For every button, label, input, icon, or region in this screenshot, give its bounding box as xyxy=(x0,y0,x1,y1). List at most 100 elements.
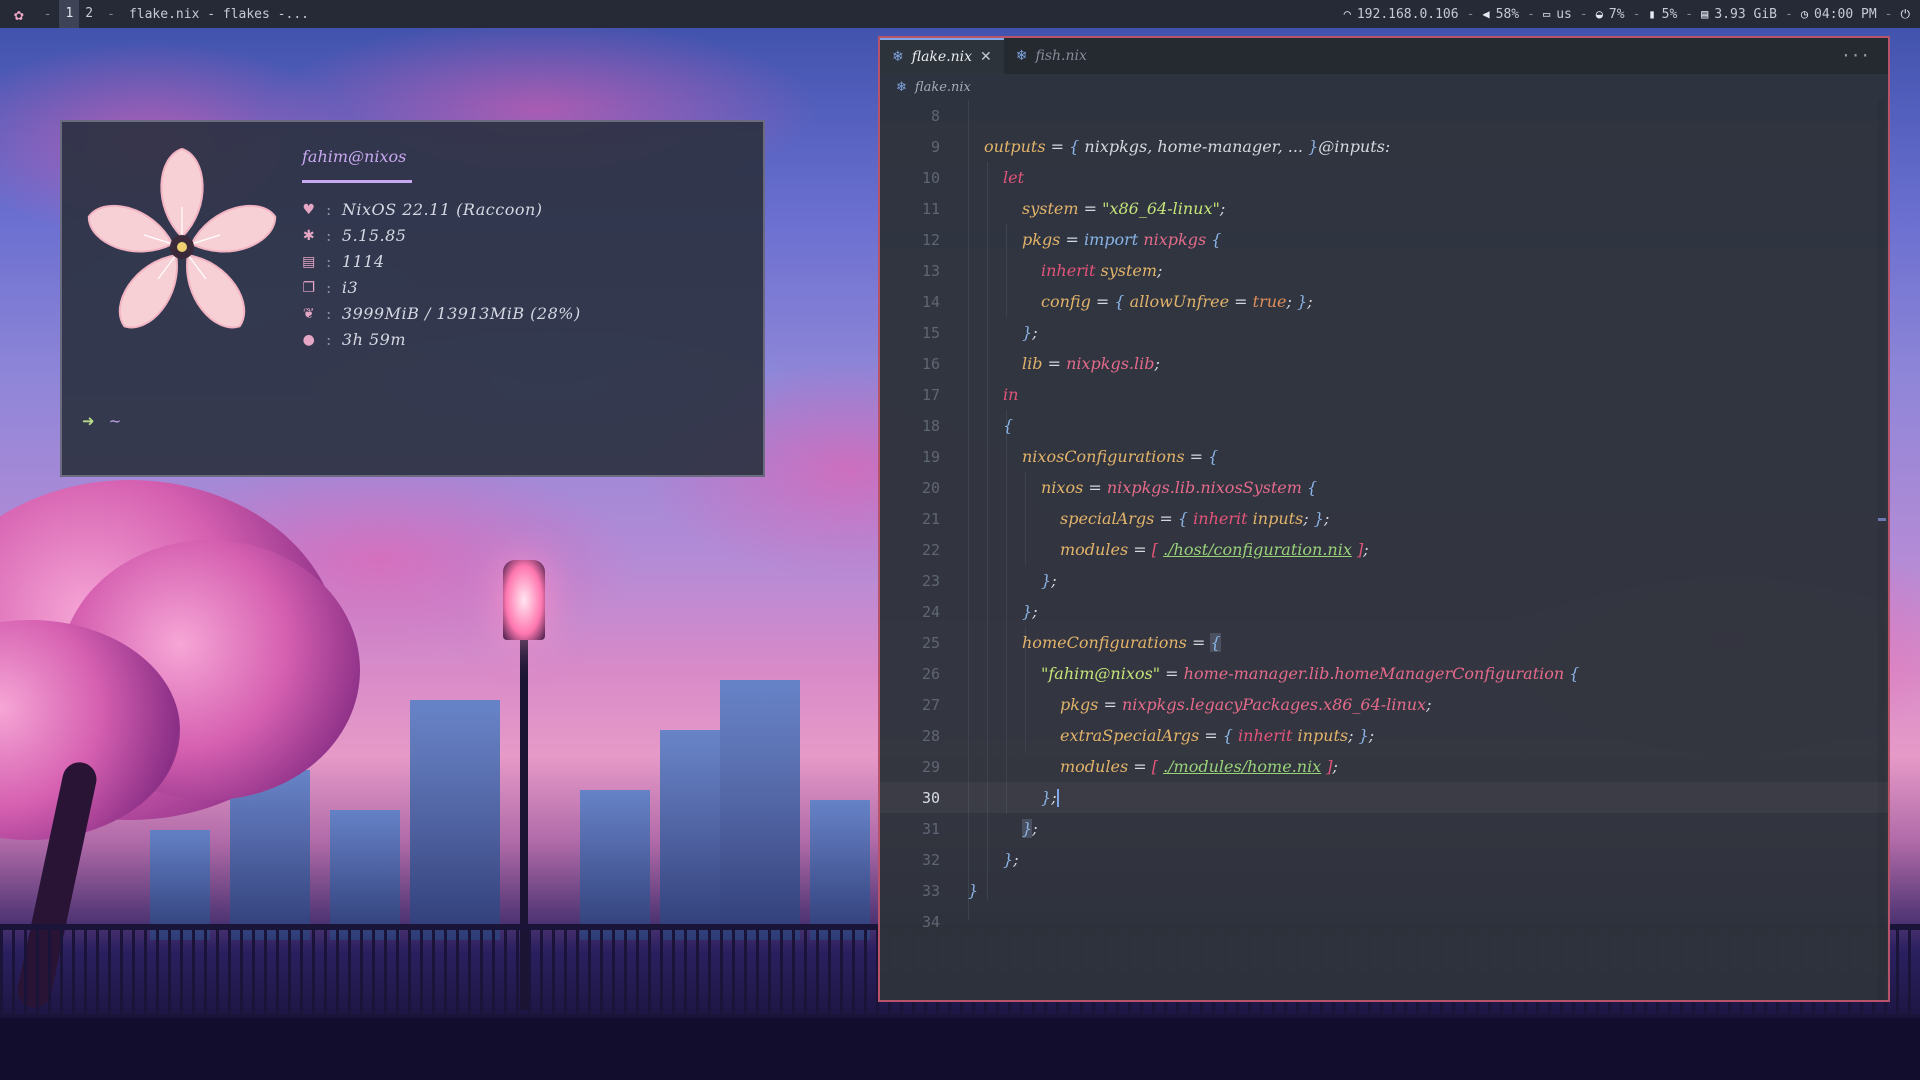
memory-value: 3.93 GiB xyxy=(1714,6,1777,22)
windows-icon: ❐ xyxy=(302,279,316,296)
code-text: system = "x86_64-linux"; xyxy=(1022,199,1226,218)
code-line: 29 modules = [ ./modules/home.nix ]; xyxy=(880,751,1888,782)
line-number: 32 xyxy=(921,850,940,869)
memory-status[interactable]: ▤ 3.93 GiB xyxy=(1701,7,1777,22)
line-number: 21 xyxy=(921,509,940,528)
flower-menu-icon[interactable]: ✿ xyxy=(0,5,36,24)
code-text: inherit system; xyxy=(1041,261,1163,280)
keyboard-icon: ▭ xyxy=(1542,7,1551,21)
code-line-current: 30 }; xyxy=(880,782,1888,813)
wm-value: i3 xyxy=(341,278,359,297)
code-line: 13 inherit system; xyxy=(880,255,1888,286)
code-line: 28 extraSpecialArgs = { inherit inputs; … xyxy=(880,720,1888,751)
code-line: 24 }; xyxy=(880,596,1888,627)
line-number: 23 xyxy=(921,571,940,590)
close-icon[interactable]: ✕ xyxy=(980,49,992,65)
workspace-1-button[interactable]: 1 xyxy=(59,0,80,28)
code-text: modules = [ ./host/configuration.nix ]; xyxy=(1060,540,1369,559)
line-number: 25 xyxy=(921,633,940,652)
code-text: in xyxy=(1003,385,1019,404)
code-line: 32 }; xyxy=(880,844,1888,875)
packages-value: 1114 xyxy=(341,252,385,271)
line-number: 27 xyxy=(921,695,940,714)
code-line: 21 specialArgs = { inherit inputs; }; xyxy=(880,503,1888,534)
power-icon[interactable]: ⏻ xyxy=(1901,7,1911,22)
volume-status[interactable]: ◀ 58% xyxy=(1482,7,1519,22)
terminal-window[interactable]: fahim@nixos ♥ : NixOS 22.11 (Raccoon) ✱ … xyxy=(60,120,765,477)
code-text: pkgs = nixpkgs.legacyPackages.x86_64-lin… xyxy=(1060,695,1432,714)
battery-icon: ▮ xyxy=(1648,7,1656,21)
breadcrumb: ❄ flake.nix xyxy=(880,74,1888,100)
line-number: 16 xyxy=(921,354,940,373)
editor-scrollbar[interactable] xyxy=(1878,100,1886,1000)
code-text: modules = [ ./modules/home.nix ]; xyxy=(1060,757,1338,776)
cpu-icon: ◒ xyxy=(1595,7,1603,21)
shell-prompt[interactable]: ➜ ~ xyxy=(82,412,121,430)
gear-icon: ✱ xyxy=(302,227,316,244)
user-host: fahim@nixos xyxy=(302,147,407,166)
line-number: 31 xyxy=(921,819,940,838)
code-area[interactable]: 8 9 outputs = { nixpkgs, home-manager, .… xyxy=(880,100,1888,1000)
code-editor-window[interactable]: ❄ flake.nix ✕ ❄ fish.nix ··· ❄ flake.nix… xyxy=(878,36,1890,1002)
kernel-value: 5.15.85 xyxy=(341,226,407,245)
tab-flake-nix[interactable]: ❄ flake.nix ✕ xyxy=(880,38,1004,74)
prompt-directory: ~ xyxy=(108,412,122,430)
code-text: outputs = { nixpkgs, home-manager, ... }… xyxy=(984,137,1391,156)
line-number: 34 xyxy=(921,912,940,931)
code-text: lib = nixpkgs.lib; xyxy=(1022,354,1160,373)
tab-label: fish.nix xyxy=(1035,48,1087,64)
code-line: 15 }; xyxy=(880,317,1888,348)
code-line: 8 xyxy=(880,100,1888,131)
code-line: 20 nixos = nixpkgs.lib.nixosSystem { xyxy=(880,472,1888,503)
line-number: 10 xyxy=(921,168,940,187)
code-text: specialArgs = { inherit inputs; }; xyxy=(1060,509,1330,528)
breadcrumb-file[interactable]: flake.nix xyxy=(915,80,971,95)
workspace-2-button[interactable]: 2 xyxy=(79,0,99,28)
tab-label: flake.nix xyxy=(911,49,973,65)
code-line: 11 system = "x86_64-linux"; xyxy=(880,193,1888,224)
code-line: 23 }; xyxy=(880,565,1888,596)
scroll-marker xyxy=(1878,518,1886,521)
code-line: 33 } xyxy=(880,875,1888,906)
code-text: config = { allowUnfree = true; }; xyxy=(1041,292,1313,311)
keyboard-layout[interactable]: ▭ us xyxy=(1543,7,1572,22)
cpu-value: 7% xyxy=(1608,6,1625,22)
line-number: 30 xyxy=(921,788,940,807)
code-line: 31 }; xyxy=(880,813,1888,844)
tab-fish-nix[interactable]: ❄ fish.nix xyxy=(1004,38,1099,74)
more-options-icon[interactable]: ··· xyxy=(1823,38,1888,74)
network-status[interactable]: ◠ 192.168.0.106 xyxy=(1344,7,1459,22)
code-line: 34 xyxy=(880,906,1888,937)
volume-value: 58% xyxy=(1495,6,1520,22)
code-text: homeConfigurations = { xyxy=(1022,633,1221,652)
code-text: }; xyxy=(1022,819,1038,838)
time-value: 04:00 PM xyxy=(1814,6,1877,22)
text-cursor xyxy=(1056,789,1059,808)
clock[interactable]: ◷ 04:00 PM xyxy=(1801,7,1877,22)
memory-icon: ▤ xyxy=(1701,7,1709,21)
line-number: 19 xyxy=(921,447,940,466)
code-line: 17 in xyxy=(880,379,1888,410)
heart-icon: ♥ xyxy=(302,201,316,218)
info-uptime: ● : 3h 59m xyxy=(302,330,406,349)
info-kernel: ✱ : 5.15.85 xyxy=(302,226,407,245)
speaker-icon: ◀ xyxy=(1482,7,1490,21)
code-line: 27 pkgs = nixpkgs.legacyPackages.x86_64-… xyxy=(880,689,1888,720)
package-icon: ▤ xyxy=(302,253,316,270)
line-number: 12 xyxy=(921,230,940,249)
nix-snowflake-icon: ❄ xyxy=(1015,48,1028,64)
code-line: 10 let xyxy=(880,162,1888,193)
code-text: pkgs = import nixpkgs { xyxy=(1022,230,1222,249)
line-number: 26 xyxy=(921,664,940,683)
line-number: 17 xyxy=(921,385,940,404)
line-number: 24 xyxy=(921,602,940,621)
code-line: 22 modules = [ ./host/configuration.nix … xyxy=(880,534,1888,565)
code-text: "fahim@nixos" = home-manager.lib.homeMan… xyxy=(1041,664,1580,683)
line-number: 33 xyxy=(921,881,940,900)
code-text: }; xyxy=(1022,323,1038,342)
battery-status[interactable]: ▮ 5% xyxy=(1648,7,1677,22)
cpu-status[interactable]: ◒ 7% xyxy=(1596,7,1625,22)
cherry-blossom-logo xyxy=(87,147,277,329)
window-title: flake.nix - flakes -... xyxy=(128,6,309,22)
line-number: 9 xyxy=(930,137,940,156)
